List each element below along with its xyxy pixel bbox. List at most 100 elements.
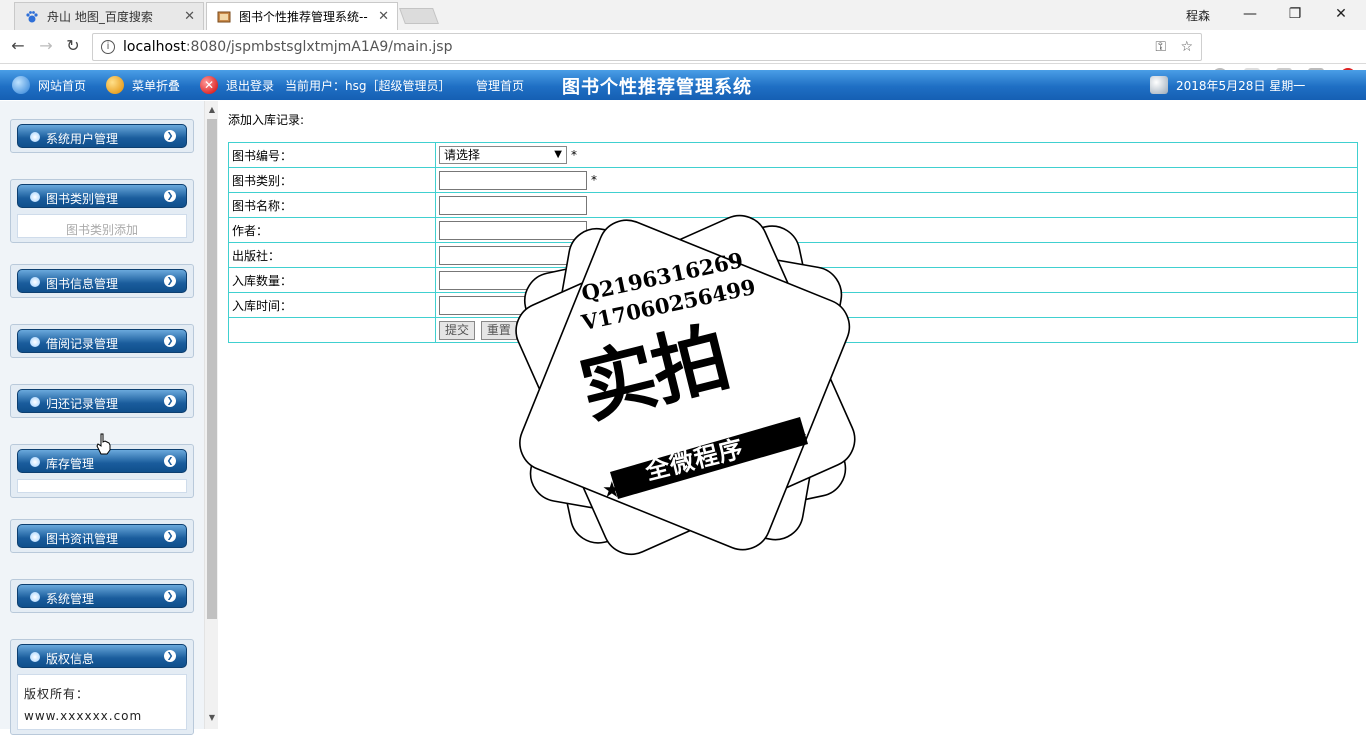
submit-button[interactable]: 提交 bbox=[439, 320, 476, 340]
url-path: :8080/jspmbstsglxtmjmA1A9/main.jsp bbox=[185, 39, 453, 55]
chevron-up-icon[interactable]: ❮ bbox=[164, 455, 176, 467]
chevron-down-icon[interactable]: ❯ bbox=[164, 530, 176, 542]
window-close-icon[interactable]: ✕ bbox=[1331, 4, 1351, 24]
book-id-select[interactable]: 请选择 ▼ bbox=[439, 146, 567, 164]
chevron-down-icon[interactable]: ❯ bbox=[164, 130, 176, 142]
menu-label: 库存管理 bbox=[46, 457, 95, 471]
menu-label: 图书资讯管理 bbox=[46, 532, 119, 546]
browser-tab-baidu[interactable]: 舟山 地图_百度搜索 ✕ bbox=[14, 2, 204, 30]
select-value: 请选择 bbox=[444, 148, 481, 162]
hand-cursor-icon bbox=[96, 433, 111, 455]
menu-book-news: 图书资讯管理 ❯ bbox=[10, 519, 194, 553]
menu-label: 系统用户管理 bbox=[46, 132, 119, 146]
menu-label: 图书类别管理 bbox=[46, 192, 119, 206]
bullet-icon bbox=[30, 132, 40, 142]
new-tab-button[interactable] bbox=[399, 8, 439, 24]
menu-book-info: 图书信息管理 ❯ bbox=[10, 264, 194, 298]
menu-header[interactable]: 图书类别管理 ❯ bbox=[17, 184, 187, 208]
admin-home-link[interactable]: 管理首页 bbox=[476, 70, 524, 100]
watermark-stamp: ★ ★ Q2196316269 V17060256499 实拍 全微程序 bbox=[510, 212, 860, 557]
address-bar[interactable]: i localhost:8080/jspmbstsglxtmjmA1A9/mai… bbox=[92, 33, 1202, 61]
chevron-down-icon[interactable]: ❯ bbox=[164, 275, 176, 287]
close-circle-icon: ✕ bbox=[200, 76, 218, 94]
menu-header[interactable]: 版权信息 ❯ bbox=[17, 644, 187, 668]
menu-label: 归还记录管理 bbox=[46, 397, 119, 411]
bullet-icon bbox=[30, 652, 40, 662]
key-icon[interactable]: ⚿ bbox=[1155, 39, 1166, 55]
copyright-site: www.xxxxxx.com bbox=[24, 709, 143, 723]
menu-header[interactable]: 归还记录管理 ❯ bbox=[17, 389, 187, 413]
form-row-book-id: 图书编号： 请选择 ▼ * bbox=[228, 142, 1358, 168]
browser-toolbar: ← → ↻ i localhost:8080/jspmbstsglxtmjmA1… bbox=[0, 30, 1366, 84]
scroll-up-icon[interactable]: ▲ bbox=[205, 103, 219, 117]
field-label: 图书编号： bbox=[228, 142, 436, 168]
menu-header[interactable]: 系统用户管理 ❯ bbox=[17, 124, 187, 148]
scrollbar-thumb[interactable] bbox=[207, 119, 217, 619]
scroll-down-icon[interactable]: ▼ bbox=[205, 711, 219, 725]
tab-title: 图书个性推荐管理系统-- bbox=[239, 10, 368, 24]
menu-book-category: 图书类别管理 ❯ 图书类别添加 bbox=[10, 179, 194, 243]
home-link[interactable]: 网站首页 bbox=[12, 70, 86, 100]
bullet-icon bbox=[30, 277, 40, 287]
baidu-paw-icon bbox=[26, 10, 38, 22]
sidebar: 系统用户管理 ❯ 图书类别管理 ❯ 图书类别添加 图书信息管理 ❯ 借阅记录管理… bbox=[0, 101, 204, 735]
app-header: 网站首页 菜单折叠 ✕ 退出登录 当前用户：hsg［超级管理员］ 管理首页 图书… bbox=[0, 70, 1366, 100]
bookmark-star-icon[interactable]: ☆ bbox=[1180, 39, 1193, 55]
minimize-icon[interactable]: — bbox=[1240, 4, 1260, 24]
site-info-icon[interactable]: i bbox=[101, 40, 115, 54]
url-host: localhost bbox=[123, 39, 186, 55]
menu-borrow-records: 借阅记录管理 ❯ bbox=[10, 324, 194, 358]
menu-label: 图书信息管理 bbox=[46, 277, 119, 291]
plus-circle-icon bbox=[106, 76, 124, 94]
current-user-text: 当前用户：hsg［超级管理员］ bbox=[285, 78, 451, 93]
menu-header[interactable]: 借阅记录管理 ❯ bbox=[17, 329, 187, 353]
logout-label: 退出登录 bbox=[226, 78, 275, 93]
chevron-down-icon[interactable]: ❯ bbox=[164, 590, 176, 602]
restore-icon[interactable]: ❐ bbox=[1285, 4, 1305, 24]
date-display: 2018年5月28日 星期一 bbox=[1150, 70, 1305, 100]
sidebar-scrollbar[interactable]: ▲ ▼ bbox=[204, 101, 218, 729]
collapse-menu-label: 菜单折叠 bbox=[132, 78, 181, 93]
browser-profile-name[interactable]: 程森 bbox=[1186, 7, 1210, 24]
chevron-down-icon[interactable]: ❯ bbox=[164, 190, 176, 202]
tab-close-icon[interactable]: ✕ bbox=[378, 9, 389, 24]
collapse-menu-link[interactable]: 菜单折叠 bbox=[106, 70, 180, 100]
svg-text:★: ★ bbox=[602, 478, 622, 503]
menu-copyright: 版权信息 ❯ 版权所有： www.xxxxxx.com bbox=[10, 639, 194, 735]
bullet-icon bbox=[30, 592, 40, 602]
bullet-icon bbox=[30, 337, 40, 347]
book-category-input[interactable] bbox=[439, 170, 587, 190]
copyright-label: 版权所有： bbox=[24, 687, 90, 701]
submenu-area bbox=[17, 479, 187, 493]
chevron-down-icon[interactable]: ❯ bbox=[164, 395, 176, 407]
copyright-box: 版权所有： www.xxxxxx.com bbox=[17, 674, 187, 730]
chevron-down-icon[interactable]: ❯ bbox=[164, 650, 176, 662]
globe-icon bbox=[12, 76, 30, 94]
browser-tab-active[interactable]: 图书个性推荐管理系统-- ✕ bbox=[206, 2, 398, 30]
menu-header[interactable]: 系统管理 ❯ bbox=[17, 584, 187, 608]
menu-header[interactable]: 图书资讯管理 ❯ bbox=[17, 524, 187, 548]
form-row-category: 图书类别： * bbox=[228, 167, 1358, 193]
logout-link[interactable]: ✕ 退出登录 bbox=[200, 70, 274, 100]
bullet-icon bbox=[30, 192, 40, 202]
field-label: 入库时间： bbox=[228, 292, 436, 318]
back-arrow-icon[interactable]: ← bbox=[8, 36, 28, 56]
dropdown-arrow-icon: ▼ bbox=[554, 149, 562, 160]
page-favicon-icon bbox=[217, 11, 231, 22]
chevron-down-icon[interactable]: ❯ bbox=[164, 335, 176, 347]
menu-label: 借阅记录管理 bbox=[46, 337, 119, 351]
forward-arrow-icon[interactable]: → bbox=[36, 36, 56, 56]
home-link-label: 网站首页 bbox=[38, 78, 87, 93]
required-mark: * bbox=[571, 148, 577, 162]
reload-icon[interactable]: ↻ bbox=[63, 36, 83, 56]
menu-label: 系统管理 bbox=[46, 592, 95, 606]
field-label: 图书名称： bbox=[228, 192, 436, 218]
svg-text:★: ★ bbox=[788, 425, 808, 450]
tab-close-icon[interactable]: ✕ bbox=[184, 9, 195, 24]
satellite-icon bbox=[1150, 76, 1168, 94]
field-label: 入库数量： bbox=[228, 267, 436, 293]
page-title: 添加入库记录: bbox=[228, 113, 305, 127]
submenu-item-category-add[interactable]: 图书类别添加 bbox=[17, 214, 187, 238]
menu-header[interactable]: 图书信息管理 ❯ bbox=[17, 269, 187, 293]
bullet-icon bbox=[30, 397, 40, 407]
